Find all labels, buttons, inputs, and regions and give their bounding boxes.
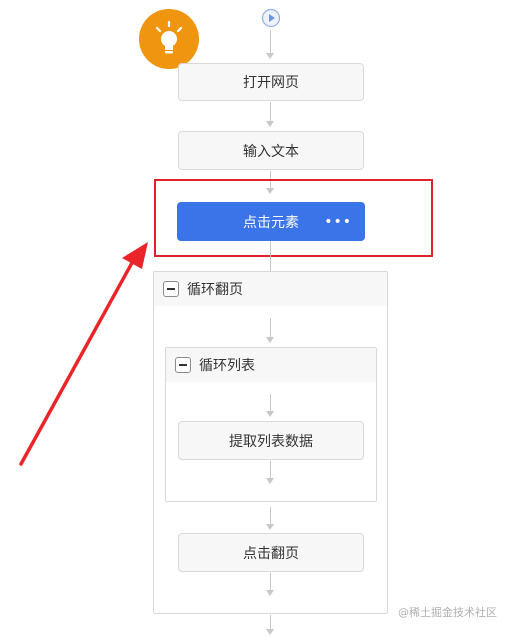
watermark: @稀土掘金技术社区 — [398, 606, 497, 619]
annotation-arrow — [19, 242, 148, 466]
